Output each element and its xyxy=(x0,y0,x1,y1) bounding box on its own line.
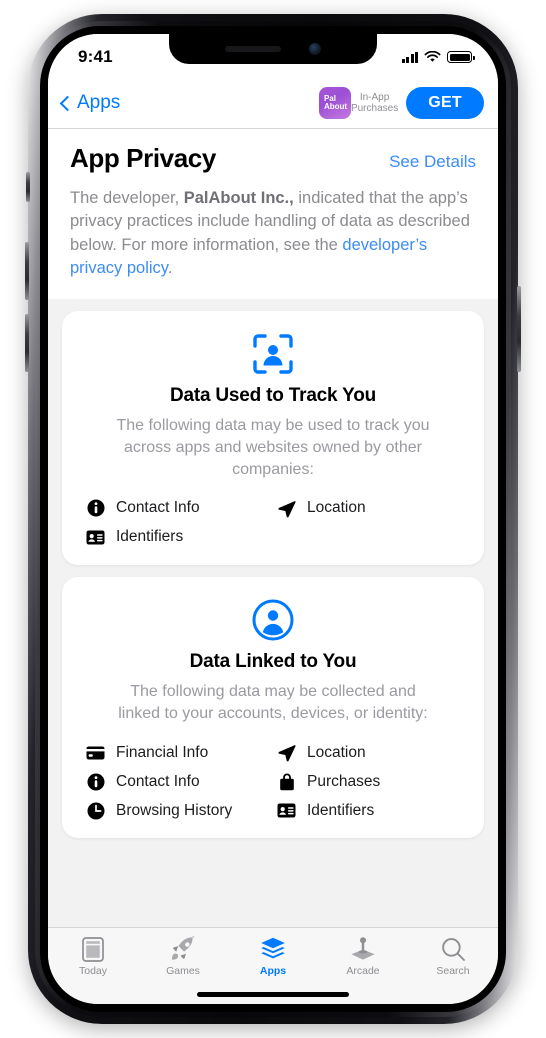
content-scroll-area[interactable]: App Privacy See Details The developer, P… xyxy=(48,129,498,927)
magnifier-icon xyxy=(441,936,466,962)
id-card-icon xyxy=(277,801,296,820)
tab-label: Apps xyxy=(259,965,287,977)
card-title: Data Linked to You xyxy=(189,650,357,672)
tab-search[interactable]: Search xyxy=(408,928,498,988)
navigation-bar: Apps Pal About In-App Purchases GET xyxy=(48,78,498,128)
in-app-purchases-note: In-App Purchases xyxy=(351,92,398,115)
data-item-identifiers: Identifiers xyxy=(86,528,269,547)
tab-today[interactable]: Today xyxy=(48,928,138,988)
volume-down-button[interactable] xyxy=(25,314,29,372)
clock-icon xyxy=(86,801,105,820)
data-item-label: Contact Info xyxy=(116,499,200,517)
volume-up-button[interactable] xyxy=(25,242,29,300)
desc-part3: . xyxy=(167,259,173,278)
data-item-location: Location xyxy=(277,743,460,762)
app-icon-line2: About xyxy=(323,102,348,111)
earpiece-speaker-icon xyxy=(225,46,281,52)
header-row: App Privacy See Details xyxy=(70,143,476,174)
data-item-label: Location xyxy=(307,743,366,761)
stacked-layers-icon xyxy=(260,936,286,962)
back-button[interactable]: Apps xyxy=(59,92,121,114)
status-indicators xyxy=(401,51,475,63)
shopping-bag-icon xyxy=(277,772,296,791)
privacy-header: App Privacy See Details The developer, P… xyxy=(48,129,498,299)
privacy-description: The developer, PalAbout Inc., indicated … xyxy=(70,187,476,281)
data-item-label: Identifiers xyxy=(307,801,375,819)
iap-line1: In-App xyxy=(359,91,390,103)
page-title: App Privacy xyxy=(70,143,216,173)
wifi-icon xyxy=(424,51,441,62)
status-time: 9:41 xyxy=(78,47,113,66)
data-item-label: Purchases xyxy=(307,772,381,790)
id-card-icon xyxy=(86,528,105,547)
data-type-grid: Contact Info Location Identifiers xyxy=(80,499,466,547)
battery-full-icon xyxy=(447,51,475,63)
card-subtitle: The following data may be collected and … xyxy=(118,682,428,722)
tab-games[interactable]: Games xyxy=(138,928,228,988)
tab-label: Arcade xyxy=(346,965,380,977)
tab-apps[interactable]: Apps xyxy=(228,928,318,988)
data-item-financial-info: Financial Info xyxy=(86,743,269,762)
data-item-label: Location xyxy=(307,499,366,517)
tab-arcade[interactable]: Arcade xyxy=(318,928,408,988)
data-item-purchases: Purchases xyxy=(277,772,460,791)
back-button-label: Apps xyxy=(77,92,121,113)
iphone-device: 9:41 Apps Pal About In-App Purchases GET… xyxy=(25,14,521,1024)
notch xyxy=(169,34,377,64)
today-page-icon xyxy=(82,936,104,962)
info-circle-icon xyxy=(86,499,105,518)
see-details-link[interactable]: See Details xyxy=(389,152,476,172)
location-arrow-icon xyxy=(277,743,296,762)
data-item-label: Browsing History xyxy=(116,801,233,819)
front-camera-icon xyxy=(309,43,321,55)
info-circle-icon xyxy=(86,772,105,791)
data-item-label: Financial Info xyxy=(116,743,209,761)
person-circle-icon xyxy=(80,599,466,641)
device-screen: 9:41 Apps Pal About In-App Purchases GET… xyxy=(48,34,498,1004)
tab-label: Games xyxy=(166,965,200,977)
data-item-browsing-history: Browsing History xyxy=(86,801,269,820)
data-item-label: Identifiers xyxy=(116,528,184,546)
data-item-identifiers: Identifiers xyxy=(277,801,460,820)
data-linked-to-you-card: Data Linked to You The following data ma… xyxy=(62,576,484,839)
desc-developer-name: PalAbout Inc., xyxy=(183,189,294,207)
rocket-icon xyxy=(170,936,196,962)
data-item-contact-info: Contact Info xyxy=(86,499,269,518)
home-indicator[interactable] xyxy=(197,992,349,997)
iap-line2: Purchases xyxy=(350,103,399,114)
power-button[interactable] xyxy=(517,286,521,372)
chevron-left-icon xyxy=(59,95,76,111)
data-item-contact-info: Contact Info xyxy=(86,772,269,791)
card-subtitle: The following data may be used to track … xyxy=(116,416,430,478)
data-item-label: Contact Info xyxy=(116,772,200,790)
joystick-icon xyxy=(350,936,376,962)
data-type-grid: Financial Info Location Contact Info Pur… xyxy=(80,743,466,820)
cellular-bars-icon xyxy=(401,51,418,63)
card-title: Data Used to Track You xyxy=(169,384,377,406)
data-item-location: Location xyxy=(277,499,460,518)
person-viewfinder-icon xyxy=(80,333,466,375)
get-button[interactable]: GET xyxy=(406,87,484,119)
palabout-app-icon[interactable]: Pal About xyxy=(318,87,351,119)
nav-divider xyxy=(48,128,498,129)
tab-label: Search xyxy=(436,965,470,977)
desc-part1: The developer, xyxy=(70,189,184,207)
credit-card-icon xyxy=(86,743,105,762)
location-arrow-icon xyxy=(277,499,296,518)
tab-label: Today xyxy=(78,965,108,977)
silent-switch[interactable] xyxy=(26,172,30,202)
nav-right-group: In-App Purchases GET xyxy=(351,87,484,119)
data-used-to-track-card: Data Used to Track You The following dat… xyxy=(62,310,484,565)
